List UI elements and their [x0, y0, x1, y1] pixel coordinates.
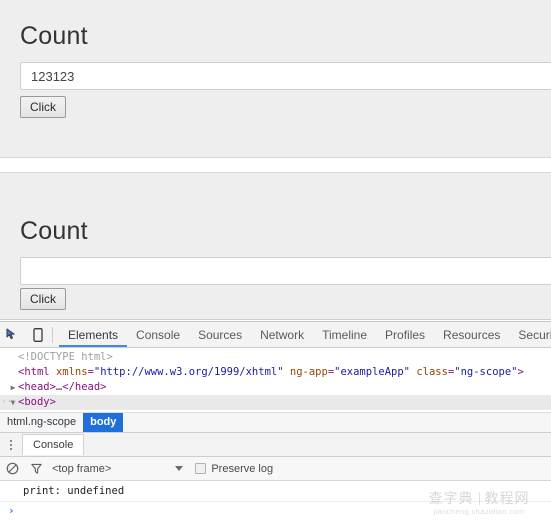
dom-row-doctype[interactable]: <!DOCTYPE html>: [0, 350, 551, 365]
tab-security[interactable]: Security: [509, 323, 551, 347]
toolbar-separator: [52, 326, 53, 343]
screenshot-root: Count Click Count Click Elements Console: [0, 0, 551, 524]
expand-triangle-head-icon[interactable]: ▶: [8, 380, 18, 395]
tab-network[interactable]: Network: [251, 323, 313, 347]
attr-class-value: "ng-scope": [454, 366, 518, 378]
count-input-secondary[interactable]: [20, 257, 551, 285]
frame-selector[interactable]: <top frame>: [52, 462, 184, 475]
device-toolbar-icon[interactable]: [25, 323, 50, 347]
preserve-log-label: Preserve log: [211, 462, 274, 475]
frame-selector-value: <top frame>: [52, 462, 112, 475]
breadcrumb-item-html[interactable]: html.ng-scope: [0, 413, 83, 432]
click-button-secondary[interactable]: Click: [20, 288, 66, 310]
head-node-text: <head>…</head>: [18, 381, 107, 393]
devtools-window: Elements Console Sources Network Timelin…: [0, 321, 551, 524]
tree-guide-dots: ···: [1, 396, 18, 408]
tab-sources[interactable]: Sources: [189, 323, 251, 347]
tab-elements[interactable]: Elements: [59, 323, 128, 347]
breadcrumb: html.ng-scope body: [0, 412, 551, 433]
dom-row-body[interactable]: ··· ▼ <body>: [0, 395, 551, 410]
tab-timeline[interactable]: Timeline: [313, 323, 376, 347]
console-input-row[interactable]: ›: [0, 502, 551, 522]
drawer-tabbar: Console: [0, 433, 551, 457]
app-preview-panel-bottom: Count: [0, 172, 551, 320]
dom-row-head[interactable]: ▶ <head>…</head>: [0, 380, 551, 395]
kebab-menu-icon[interactable]: [0, 434, 22, 456]
drawer-tab-console[interactable]: Console: [22, 434, 85, 455]
dom-tree: <!DOCTYPE html> <html xmlns="http://www.…: [0, 348, 551, 412]
attr-ngapp-name: ng-app: [289, 366, 328, 378]
console-message: print: undefined: [0, 481, 551, 502]
preserve-log-checkbox[interactable]: [195, 463, 207, 474]
devtools-tabbar: Elements Console Sources Network Timelin…: [0, 322, 551, 348]
breadcrumb-item-body[interactable]: body: [83, 413, 124, 432]
tab-resources[interactable]: Resources: [434, 323, 509, 347]
doctype-text: <!DOCTYPE html>: [18, 351, 113, 363]
attr-ngapp-value: "exampleApp": [334, 366, 410, 378]
inspect-element-icon[interactable]: [0, 323, 25, 347]
count-input[interactable]: [20, 62, 551, 90]
click-button[interactable]: Click: [20, 96, 66, 118]
tab-console[interactable]: Console: [127, 323, 189, 347]
console-output: print: undefined ›: [0, 481, 551, 522]
html-tagname: html: [24, 366, 50, 378]
attr-xmlns-name: xmlns: [55, 366, 88, 378]
dom-row-html[interactable]: <html xmlns="http://www.w3.org/1999/xhtm…: [0, 365, 551, 380]
page-title-secondary: Count: [20, 217, 88, 245]
panel-divider-gap: [0, 158, 551, 172]
page-title: Count: [20, 22, 88, 50]
app-preview-panel-top: Count Click: [0, 0, 551, 158]
tab-profiles[interactable]: Profiles: [376, 323, 434, 347]
preserve-log-control[interactable]: Preserve log: [195, 463, 273, 475]
attr-class-name: class: [416, 366, 448, 378]
attr-xmlns-value: "http://www.w3.org/1999/xhtml": [93, 366, 284, 378]
console-filter-bar: <top frame> Preserve log: [0, 457, 551, 481]
filter-funnel-icon[interactable]: [24, 458, 48, 480]
html-gt: >: [517, 366, 524, 378]
chevron-down-icon[interactable]: [175, 466, 184, 471]
console-prompt-icon: ›: [8, 504, 15, 517]
body-node-text: <body>: [18, 396, 56, 408]
clear-console-icon[interactable]: [0, 458, 24, 480]
